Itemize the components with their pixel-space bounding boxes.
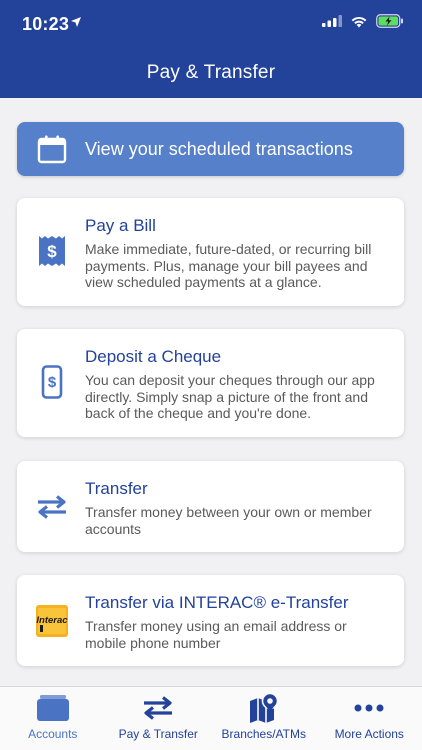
app-header: 10:23 Pay & Transfer bbox=[0, 0, 422, 98]
scheduled-transactions-button[interactable]: View your scheduled transactions bbox=[17, 122, 404, 176]
card-title: Deposit a Cheque bbox=[85, 347, 222, 366]
card-description: Make immediate, future-dated, or recurri… bbox=[85, 241, 372, 290]
scheduled-transactions-label: View your scheduled transactions bbox=[85, 138, 353, 159]
tab-label: Branches/ATMs bbox=[221, 727, 306, 741]
status-bar: 10:23 bbox=[0, 0, 422, 50]
deposit-cheque-card[interactable]: $ Deposit a Cheque You can deposit your … bbox=[17, 329, 404, 437]
location-arrow-icon bbox=[71, 17, 81, 27]
phone-deposit-icon: $ bbox=[35, 365, 69, 399]
card-title: Transfer via INTERAC® e-Transfer bbox=[85, 593, 349, 612]
tab-label: Pay & Transfer bbox=[118, 727, 198, 741]
tab-label: Accounts bbox=[28, 727, 78, 741]
svg-text:Interac: Interac bbox=[36, 615, 68, 626]
status-time: 10:23 bbox=[22, 14, 70, 34]
status-icons bbox=[322, 14, 404, 28]
interac-etransfer-card[interactable]: Interac Transfer via INTERAC® e-Transfer… bbox=[17, 575, 404, 666]
svg-text:$: $ bbox=[47, 242, 57, 261]
tab-label: More Actions bbox=[334, 727, 404, 741]
card-description: You can deposit your cheques through our… bbox=[85, 372, 375, 421]
bill-icon: $ bbox=[35, 234, 69, 268]
interac-logo-icon: Interac bbox=[35, 604, 69, 638]
transfer-arrows-icon bbox=[35, 490, 69, 524]
tab-accounts[interactable]: Accounts bbox=[0, 687, 106, 750]
card-title: Pay a Bill bbox=[85, 216, 156, 235]
map-pin-icon bbox=[248, 693, 280, 723]
card-description: Transfer money using an email address or… bbox=[85, 618, 347, 651]
transfer-arrows-icon bbox=[142, 693, 174, 723]
tab-pay-transfer[interactable]: Pay & Transfer bbox=[106, 687, 212, 750]
tab-more-actions[interactable]: More Actions bbox=[317, 687, 422, 750]
transfer-card[interactable]: Transfer Transfer money between your own… bbox=[17, 461, 404, 552]
card-title: Transfer bbox=[85, 479, 148, 498]
wallet-icon bbox=[36, 693, 70, 723]
tab-branches-atms[interactable]: Branches/ATMs bbox=[211, 687, 317, 750]
calendar-icon bbox=[37, 135, 67, 164]
battery-charging-icon bbox=[376, 14, 403, 28]
card-description: Transfer money between your own or membe… bbox=[85, 504, 372, 537]
bottom-tab-bar: Accounts Pay & Transfer Branches/ATMs Mo… bbox=[0, 686, 422, 750]
svg-text:$: $ bbox=[48, 374, 57, 391]
more-dots-icon bbox=[354, 693, 384, 723]
signal-icon bbox=[322, 15, 342, 27]
pay-bill-card[interactable]: $ Pay a Bill Make immediate, future-date… bbox=[17, 198, 404, 306]
page-title: Pay & Transfer bbox=[146, 62, 276, 83]
wifi-icon bbox=[351, 16, 367, 27]
